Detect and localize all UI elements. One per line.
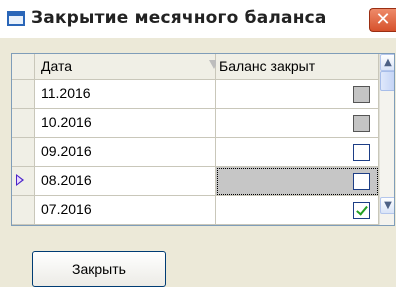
- balance-closed-checkbox[interactable]: [353, 86, 370, 103]
- date-cell[interactable]: 10.2016: [35, 109, 216, 138]
- date-cell[interactable]: 09.2016: [35, 138, 216, 167]
- balance-closed-checkbox[interactable]: [353, 144, 370, 161]
- scroll-thumb[interactable]: [380, 71, 394, 91]
- balance-closed-cell[interactable]: [216, 138, 379, 167]
- row-header[interactable]: [12, 109, 35, 138]
- close-button[interactable]: Закрыть: [32, 251, 166, 287]
- balance-grid[interactable]: Дата Баланс закрыт 11.2016 10.2016 09.2016…: [11, 53, 395, 226]
- title-bar: Закрытие месячного баланса ✕: [0, 0, 396, 38]
- column-header-date[interactable]: Дата: [35, 54, 219, 80]
- row-header[interactable]: [12, 167, 35, 196]
- balance-closed-checkbox[interactable]: [353, 115, 370, 132]
- column-header-date-label: Дата: [41, 58, 73, 74]
- balance-closed-checkbox[interactable]: [353, 202, 370, 219]
- window-icon: [7, 11, 25, 26]
- balance-closed-cell[interactable]: [216, 109, 379, 138]
- date-cell[interactable]: 08.2016: [35, 167, 216, 196]
- vertical-scrollbar[interactable]: ▲ ▼: [379, 54, 394, 225]
- close-window-button[interactable]: ✕: [369, 8, 396, 32]
- row-header[interactable]: [12, 138, 35, 167]
- date-cell[interactable]: 07.2016: [35, 196, 216, 225]
- column-header-balance-closed-label: Баланс закрыт: [219, 58, 316, 74]
- dialog-window: Закрытие месячного баланса ✕ Дата Баланс…: [0, 0, 396, 287]
- balance-closed-cell[interactable]: [216, 196, 379, 225]
- date-cell[interactable]: 11.2016: [35, 80, 216, 109]
- column-header-balance-closed[interactable]: Баланс закрыт: [216, 54, 379, 80]
- current-row-pointer-icon: [16, 174, 24, 186]
- balance-closed-checkbox[interactable]: [353, 173, 370, 190]
- row-header[interactable]: [12, 80, 35, 109]
- header-corner: [12, 54, 35, 80]
- scroll-down-button[interactable]: ▼: [380, 197, 394, 214]
- balance-closed-cell[interactable]: [216, 167, 379, 196]
- row-header[interactable]: [12, 196, 35, 225]
- scroll-up-button[interactable]: ▲: [380, 54, 394, 71]
- balance-closed-cell[interactable]: [216, 80, 379, 109]
- window-title: Закрытие месячного баланса: [31, 8, 327, 28]
